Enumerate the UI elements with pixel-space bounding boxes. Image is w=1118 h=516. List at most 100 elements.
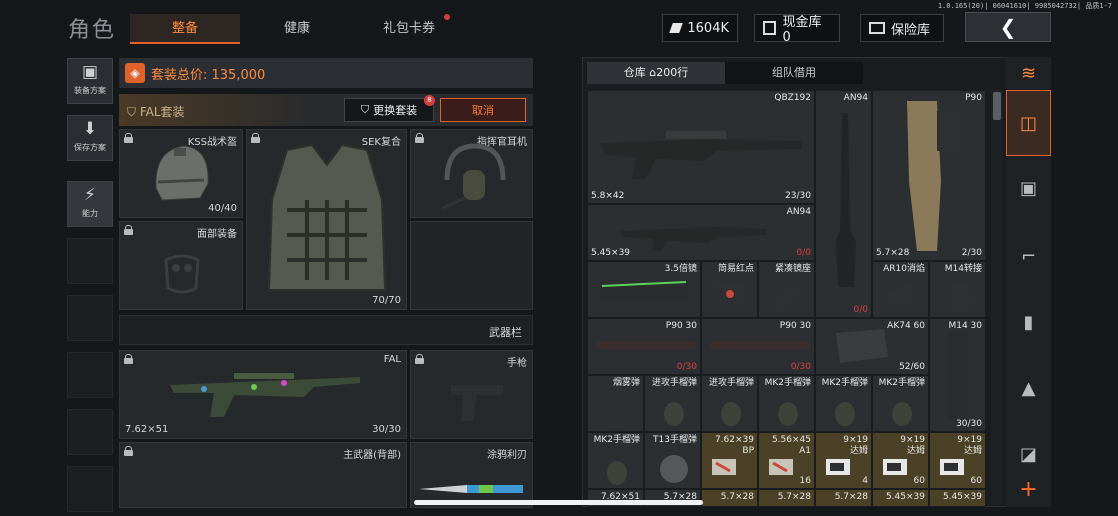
category-weapons[interactable]: ⌐ [1006,230,1051,282]
empty-equip-slot[interactable] [410,221,533,310]
headset-slot[interactable]: 指挥官耳机 [410,129,533,218]
back-button[interactable]: ❮ [965,12,1051,42]
warehouse-scrollbar[interactable] [991,90,1003,505]
safe-box-button[interactable]: 保险库 [860,14,944,42]
item-name: 3.5倍镜 [664,264,697,274]
item-count: 30/30 [956,419,982,429]
warehouse-item[interactable]: MK2手榴弹 [758,375,815,432]
warehouse-item[interactable]: 5.45×39 [929,489,986,507]
primary-weapon-name: FAL [383,354,401,365]
ammo-box-icon [883,459,907,475]
item-name: AN94 [786,207,811,217]
tab-warehouse[interactable]: 仓库 ⌂200行 [587,62,725,84]
item-name: 进攻手榴弹 [651,378,697,388]
face-slot[interactable]: 面部装备 [119,221,243,310]
warehouse-item[interactable]: AR10消焰 0/0 [872,261,929,318]
pistol-icon [451,385,503,421]
warehouse-item[interactable]: M14 30 30/30 [929,318,986,432]
warehouse-item[interactable]: 5.45×39 [872,489,929,507]
category-magazines[interactable]: ▮ [1006,296,1051,348]
red-dot-sight-icon [716,284,744,304]
warehouse-item[interactable]: 烟雾弹 [587,375,644,432]
warehouse-item[interactable]: 9×19 达姆 4 [815,432,872,489]
save-plan-button[interactable]: ⬇ 保存方案 [67,115,113,161]
item-name: MK2手榴弹 [878,378,925,388]
grenade-icon [721,402,741,426]
set-name-label: FAL套装 [139,105,185,119]
item-name: 9×19 达姆 [900,435,925,457]
melee-slot[interactable]: 涂鸦利刃 [410,442,533,508]
empty-slot [67,238,113,284]
muzzle-icon [885,281,917,309]
ability-button[interactable]: ⚡ 能力 [67,181,113,227]
warehouse-item[interactable]: AK74 60 52/60 [815,318,929,375]
empty-slot [67,409,113,455]
rifle-icon [170,373,360,417]
warehouse-item[interactable]: 紧凑镜座 [758,261,815,318]
warehouse-item[interactable]: 简易红点 [701,261,758,318]
warehouse-item[interactable]: MK2手榴弹 [815,375,872,432]
mount-icon [773,286,803,308]
warehouse-item[interactable]: T13手榴弹 [644,432,701,489]
warehouse-item[interactable]: 5.56×45 A1 16 [758,432,815,489]
item-name: MK2手榴弹 [593,435,640,445]
magazine-icon: ▮ [1023,311,1034,333]
warehouse-item[interactable]: 5.7×28 [701,489,758,507]
warehouse-item[interactable]: P90 30 0/30 [701,318,815,375]
item-name: P90 30 [779,321,811,331]
warehouse-item[interactable]: QBZ192 5.8×42 23/30 [587,90,815,204]
primary-weapon-slot[interactable]: FAL 7.62×51 30/30 [119,350,407,439]
home-indicator[interactable] [414,500,703,505]
pistol-slot[interactable]: 手枪 [410,350,533,439]
armor-slot[interactable]: SEK复合 70/70 [246,129,407,310]
item-name: AN94 [843,93,868,103]
category-ammo[interactable]: ▲ [1006,362,1051,414]
warehouse-item[interactable]: AN94 5.45×39 0/0 [587,204,815,261]
cancel-button[interactable]: 取消 [440,98,526,122]
loadout-plan-button[interactable]: ▣ 装备方案 [67,58,113,104]
rifle-icon [620,227,766,251]
warehouse-item[interactable]: AN94 0/0 [815,90,872,318]
currency-display[interactable]: 1604K [662,14,738,42]
helmet-slot[interactable]: KSS战术盔 40/40 [119,129,243,218]
warehouse-item[interactable]: 7.62×39 BP [701,432,758,489]
expand-button[interactable]: + [1006,472,1051,506]
tab-gift[interactable]: 礼包卡券 [354,14,464,44]
smg-vertical-icon [907,101,961,251]
ability-label: 能力 [82,209,98,218]
category-misc[interactable]: ◪ [1006,432,1051,476]
melee-name: 涂鸦利刃 [487,450,527,461]
tab-health[interactable]: 健康 [242,14,352,44]
magazine-icon [948,333,968,421]
warehouse-item[interactable]: 5.7×28 [815,489,872,507]
tab-gift-label: 礼包卡券 [382,21,435,36]
loadout-plan-label: 装备方案 [74,86,106,95]
plus-icon: + [1019,476,1038,502]
warehouse-item[interactable]: M14转接 [929,261,986,318]
layers-icon: ◫ [1019,112,1037,134]
warehouse-item[interactable]: 进攻手榴弹 [701,375,758,432]
warehouse-item[interactable]: 3.5倍镜 [587,261,701,318]
category-all[interactable]: ◫ [1006,90,1051,156]
tab-loadout[interactable]: 整备 [130,14,240,44]
warehouse-item[interactable]: 进攻手榴弹 [644,375,701,432]
cash-vault-button[interactable]: 现金库 0 [754,14,840,45]
warehouse-item[interactable]: P90 5.7×28 2/30 [872,90,986,261]
back-weapon-slot[interactable]: 主武器(背部) [119,442,407,508]
item-name: 7.62×39 BP [715,435,754,457]
warehouse-item[interactable]: 9×19 达姆 60 [872,432,929,489]
warehouse-item[interactable]: 9×19 达姆 60 [929,432,986,489]
pistol-name: 手枪 [507,358,527,369]
ammo-box-icon [769,459,793,475]
currency-amount: 1604K [687,20,729,36]
scrollbar-thumb[interactable] [993,92,1001,120]
rifle-vertical-icon [836,113,856,287]
swap-set-button[interactable]: ⛉ 更换套装 [344,98,434,122]
warehouse-item[interactable]: MK2手榴弹 [872,375,929,432]
warehouse-item[interactable]: P90 30 0/30 [587,318,701,375]
category-armor[interactable]: ▣ [1006,162,1051,214]
warehouse-item[interactable]: 5.7×28 [758,489,815,507]
tab-team-borrow[interactable]: 组队借用 [725,62,863,84]
warehouse-item[interactable]: MK2手榴弹 [587,432,644,489]
sort-button[interactable]: ≋ [1006,57,1051,89]
